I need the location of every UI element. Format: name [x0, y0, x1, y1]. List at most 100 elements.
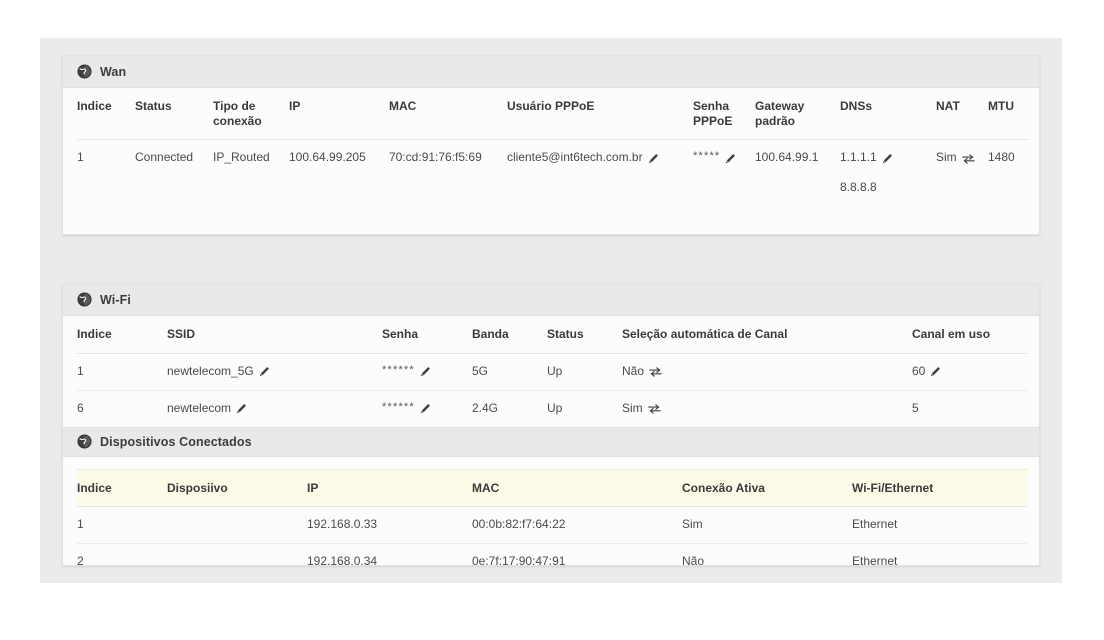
wan-cell-status: Connected: [135, 150, 194, 165]
wifi-col-ssid: SSID: [167, 316, 382, 354]
wifi-col-canal-em-uso: Canal em uso: [912, 316, 1027, 354]
edit-pencil-icon[interactable]: [259, 364, 270, 380]
table-row: 1 newtelecom_5G ****** 5G Up Não 60: [77, 353, 1027, 391]
wan-col-nat: NAT: [936, 88, 988, 141]
wan-col-gateway-padrao: Gateway padrão: [755, 88, 840, 141]
wan-cell-tipo-conexao: IP_Routed: [213, 150, 270, 165]
wifi-selecao-value: Sim: [622, 400, 643, 415]
wan-cell-dnss: 1.1.1.1 8.8.8.8: [840, 140, 936, 206]
devices-table-wrapper: Indice Disposiivo IP MAC Conexão Ativa W…: [63, 468, 1039, 580]
wan-cell-nat: Sim: [936, 140, 988, 206]
devices-cell-conexao-ativa: Não: [682, 553, 705, 568]
edit-pencil-icon[interactable]: [648, 150, 659, 166]
wan-col-status: Status: [135, 88, 213, 141]
wifi-cell-ssid: newtelecom_5G: [167, 353, 382, 391]
wifi-senha-value: ******: [382, 400, 415, 413]
wan-col-mtu: MTU: [988, 88, 1028, 141]
wifi-cell-status: Up: [547, 353, 622, 391]
wan-header-row: Indice Status Tipo de conexão IP MAC Usu…: [77, 88, 1028, 141]
wifi-cell-banda: 5G: [472, 353, 547, 391]
wifi-cell-canal-em-uso: 5: [912, 400, 919, 415]
wan-nat-value: Sim: [936, 150, 957, 165]
wifi-panel-title: Wi-Fi: [100, 292, 131, 307]
devices-panel-title: Dispositivos Conectados: [100, 434, 252, 449]
devices-cell-mac: 0e:7f:17:90:47:91: [472, 553, 566, 568]
wan-cell-mtu: 1480: [988, 150, 1015, 165]
wifi-cell-selecao-automatica: Não: [622, 353, 912, 391]
edit-pencil-icon[interactable]: [725, 151, 736, 167]
wifi-ssid-value: newtelecom: [167, 400, 232, 415]
wan-col-tipo-conexao: Tipo de conexão: [213, 88, 289, 141]
devices-cell-indice: 2: [77, 553, 84, 568]
devices-cell-indice: 1: [77, 506, 167, 544]
toggle-swap-icon[interactable]: [648, 401, 661, 417]
wifi-panel-header: Wi-Fi: [63, 284, 1039, 316]
wan-usuario-pppoe-value: cliente5@int6tech.com.br: [507, 150, 643, 165]
wan-table: Indice Status Tipo de conexão IP MAC Usu…: [77, 88, 1028, 205]
wan-dns-primary: 1.1.1.1: [840, 150, 877, 165]
devices-col-ip: IP: [307, 468, 472, 508]
edit-pencil-icon[interactable]: [882, 150, 893, 166]
wan-cell-indice: 1: [77, 150, 84, 165]
wifi-col-senha: Senha: [382, 316, 472, 354]
wan-senha-pppoe-value: *****: [693, 150, 721, 163]
wan-col-senha-pppoe: Senha PPPoE: [693, 88, 755, 141]
devices-col-tipo: Wi-Fi/Ethernet: [852, 468, 1027, 508]
devices-table: Indice Disposiivo IP MAC Conexão Ativa W…: [77, 468, 1027, 580]
wan-panel: Wan Indice Status Tipo de conexão IP MAC…: [62, 55, 1040, 235]
devices-header-row: Indice Disposiivo IP MAC Conexão Ativa W…: [77, 468, 1027, 508]
devices-spacer: [63, 457, 1039, 469]
wan-dns-secondary: 8.8.8.8: [840, 179, 877, 194]
wifi-cell-indice: 6: [77, 400, 84, 415]
wan-table-wrapper: Indice Status Tipo de conexão IP MAC Usu…: [63, 88, 1039, 205]
wan-cell-ip: 100.64.99.205: [289, 150, 366, 165]
devices-panel-header: Dispositivos Conectados: [63, 426, 1039, 457]
wifi-cell-selecao-automatica: Sim: [622, 390, 912, 426]
devices-cell-ip: 192.168.0.34: [307, 553, 378, 568]
wifi-cell-senha: ******: [382, 353, 472, 391]
wifi-cell-status: Up: [547, 400, 563, 415]
globe-icon: [77, 64, 92, 79]
wifi-col-selecao-automatica: Seleção automática de Canal: [622, 316, 912, 354]
wifi-senha-value: ******: [382, 363, 415, 376]
edit-pencil-icon[interactable]: [420, 364, 431, 380]
devices-cell-tipo: Ethernet: [852, 553, 898, 568]
devices-cell-dispositivo: [167, 543, 307, 579]
edit-pencil-icon[interactable]: [420, 401, 431, 417]
wifi-cell-ssid: newtelecom: [167, 390, 382, 426]
wifi-selecao-value: Não: [622, 363, 645, 378]
wifi-panel: Wi-Fi Indice SSID Senha Banda Status Sel…: [62, 283, 1040, 568]
devices-cell-conexao-ativa: Sim: [682, 506, 852, 544]
table-row: 1 192.168.0.33 00:0b:82:f7:64:22 Sim Eth…: [77, 506, 1027, 544]
wan-panel-title: Wan: [100, 64, 127, 79]
page-container: Wan Indice Status Tipo de conexão IP MAC…: [40, 38, 1062, 583]
devices-col-conexao-ativa: Conexão Ativa: [682, 468, 852, 508]
wifi-cell-indice: 1: [77, 353, 167, 391]
wifi-cell-senha: ******: [382, 390, 472, 426]
wifi-cell-banda: 2.4G: [472, 400, 499, 415]
wan-col-indice: Indice: [77, 88, 135, 141]
wifi-table: Indice SSID Senha Banda Status Seleção a…: [77, 316, 1027, 427]
devices-col-indice: Indice: [77, 468, 167, 508]
wifi-canal-value: 60: [912, 363, 926, 378]
wan-col-usuario-pppoe: Usuário PPPoE: [507, 88, 693, 141]
edit-pencil-icon[interactable]: [236, 401, 247, 417]
devices-cell-mac: 00:0b:82:f7:64:22: [472, 506, 682, 544]
wifi-header-row: Indice SSID Senha Banda Status Seleção a…: [77, 316, 1027, 354]
wan-cell-gateway-padrao: 100.64.99.1: [755, 150, 819, 165]
devices-cell-dispositivo: [167, 506, 307, 544]
table-row: 1 Connected IP_Routed 100.64.99.205 70:c…: [77, 140, 1028, 206]
toggle-swap-icon[interactable]: [649, 364, 662, 380]
wan-col-mac: MAC: [389, 88, 507, 141]
wifi-table-wrapper: Indice SSID Senha Banda Status Seleção a…: [63, 316, 1039, 427]
toggle-swap-icon[interactable]: [962, 150, 975, 166]
wifi-col-banda: Banda: [472, 316, 547, 354]
wan-col-ip: IP: [289, 88, 389, 141]
wan-panel-header: Wan: [63, 56, 1039, 88]
wan-cell-usuario-pppoe: cliente5@int6tech.com.br: [507, 140, 693, 206]
wifi-col-status: Status: [547, 316, 622, 354]
wan-cell-mac: 70:cd:91:76:f5:69: [389, 150, 482, 165]
table-row: 6 newtelecom ****** 2.4G Up Sim 5: [77, 390, 1027, 426]
devices-cell-tipo: Ethernet: [852, 506, 1027, 544]
edit-pencil-icon[interactable]: [930, 364, 941, 380]
